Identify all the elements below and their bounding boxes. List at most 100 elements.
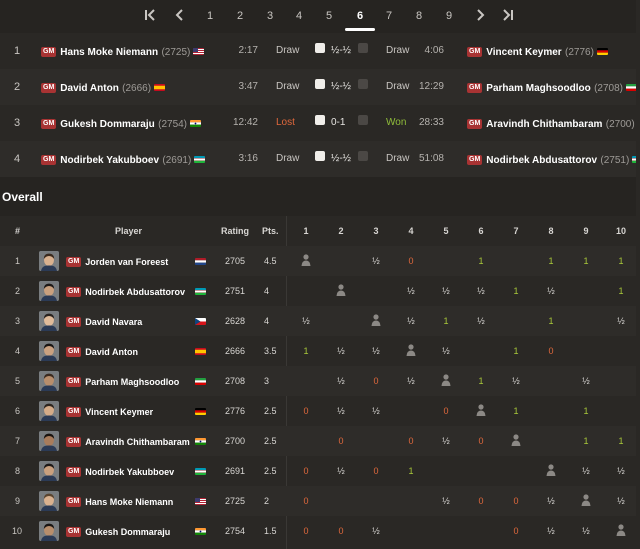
result-cell[interactable]: ½ <box>366 246 386 276</box>
result-cell[interactable]: 1 <box>506 276 526 306</box>
page-8[interactable]: 8 <box>409 0 429 30</box>
result-cell[interactable]: 0 <box>506 516 526 546</box>
black-player[interactable]: GM Aravindh Chithambaram (2700) <box>467 105 640 143</box>
result-cell[interactable]: ½ <box>366 336 386 366</box>
result-cell[interactable]: 1 <box>576 396 596 426</box>
result-cell[interactable]: ½ <box>331 456 351 486</box>
result-cell[interactable]: 0 <box>436 396 456 426</box>
result-cell[interactable]: 0 <box>296 396 316 426</box>
result-cell[interactable]: ½ <box>576 456 596 486</box>
pairing-row[interactable]: 3 GM Gukesh Dommaraju (2754) 12:42 Lost 0-1 Wo… <box>0 105 640 143</box>
result-cell[interactable]: 0 <box>331 426 351 456</box>
result-cell[interactable]: 1 <box>401 456 421 486</box>
result-cell[interactable]: ½ <box>541 276 561 306</box>
result-cell[interactable]: 1 <box>541 306 561 336</box>
result-cell[interactable]: ½ <box>436 426 456 456</box>
result-cell[interactable]: 1 <box>471 366 491 396</box>
result-cell[interactable]: ½ <box>541 516 561 546</box>
result-cell[interactable]: ½ <box>436 486 456 516</box>
result-cell[interactable]: ½ <box>471 276 491 306</box>
standings-row[interactable]: 2 GM Nodirbek Abdusattorov 2751 4 ½ ½ ½ 1 ½ 1 <box>0 276 636 306</box>
result-cell[interactable]: ½ <box>576 516 596 546</box>
result-cell[interactable]: ½ <box>331 336 351 366</box>
player[interactable]: GM Hans Moke Niemann <box>66 486 173 517</box>
standings-row[interactable]: 5 GM Parham Maghsoodloo 2708 3 ½ 0 ½ 1 ½ ½ <box>0 366 636 396</box>
result-cell[interactable]: 0 <box>296 486 316 516</box>
result-cell[interactable]: 0 <box>471 486 491 516</box>
result-cell[interactable]: ½ <box>296 306 316 336</box>
result-cell[interactable]: ½ <box>506 366 526 396</box>
standings-row[interactable]: 6 GM Vincent Keymer 2776 2.5 0 ½ ½ 0 1 1 <box>0 396 636 426</box>
result-cell[interactable]: ½ <box>471 306 491 336</box>
result-cell[interactable]: 0 <box>401 426 421 456</box>
page-7[interactable]: 7 <box>379 0 399 30</box>
player[interactable]: GM Vincent Keymer <box>66 396 153 427</box>
scrollbar[interactable] <box>636 0 640 549</box>
black-player[interactable]: GM Parham Maghsoodloo (2708) <box>467 69 637 107</box>
prev-round-button[interactable] <box>170 0 190 30</box>
pairing-row[interactable]: 4 GM Nodirbek Yakubboev (2691) 3:16 Draw ½-½ D… <box>0 141 640 179</box>
result-cell[interactable]: 0 <box>506 486 526 516</box>
standings-row[interactable]: 10 GM Gukesh Dommaraju 2754 1.5 0 0 ½ 0 ½ ½ <box>0 516 636 546</box>
result-cell[interactable]: 1 <box>576 426 596 456</box>
standings-row[interactable]: 4 GM David Anton 2666 3.5 1 ½ ½ ½ 1 0 <box>0 336 636 366</box>
result-cell[interactable]: 0 <box>541 336 561 366</box>
result-cell[interactable]: 1 <box>611 426 631 456</box>
result-cell[interactable]: ½ <box>541 486 561 516</box>
white-player[interactable]: GM David Anton (2666) <box>41 69 166 107</box>
result-cell[interactable]: 0 <box>296 516 316 546</box>
result-cell[interactable]: 1 <box>296 336 316 366</box>
result-cell[interactable]: ½ <box>401 306 421 336</box>
standings-row[interactable]: 7 GM Aravindh Chithambaram 2700 2.5 0 0 ½ 0 1 1 <box>0 426 636 456</box>
result-cell[interactable]: ½ <box>366 396 386 426</box>
result-cell[interactable]: 1 <box>471 246 491 276</box>
standings-row[interactable]: 9 GM Hans Moke Niemann 2725 2 0 ½ 0 0 ½ ½ <box>0 486 636 516</box>
black-player[interactable]: GM Nodirbek Abdusattorov (2751) <box>467 141 640 179</box>
result-cell[interactable]: 1 <box>506 336 526 366</box>
player[interactable]: GM Aravindh Chithambaram <box>66 426 190 457</box>
player[interactable]: GM Nodirbek Yakubboev <box>66 456 174 487</box>
result-cell[interactable]: 1 <box>576 246 596 276</box>
result-cell[interactable]: 0 <box>366 456 386 486</box>
player[interactable]: GM Jorden van Foreest <box>66 246 168 277</box>
result-cell[interactable]: 1 <box>506 396 526 426</box>
result-cell[interactable]: 0 <box>471 426 491 456</box>
white-player[interactable]: GM Gukesh Dommaraju (2754) <box>41 105 202 143</box>
page-2[interactable]: 2 <box>230 0 250 30</box>
result-cell[interactable]: ½ <box>331 396 351 426</box>
result-cell[interactable]: ½ <box>611 486 631 516</box>
standings-row[interactable]: 3 GM David Navara 2628 4 ½ ½ 1 ½ 1 ½ <box>0 306 636 336</box>
player[interactable]: GM Parham Maghsoodloo <box>66 366 179 397</box>
result-cell[interactable]: ½ <box>611 306 631 336</box>
page-4[interactable]: 4 <box>289 0 309 30</box>
result-cell[interactable]: ½ <box>366 516 386 546</box>
result-cell[interactable]: 1 <box>541 246 561 276</box>
black-player[interactable]: GM Vincent Keymer (2776) <box>467 33 608 71</box>
result-cell[interactable]: 1 <box>611 246 631 276</box>
page-5[interactable]: 5 <box>319 0 339 30</box>
pairing-row[interactable]: 1 GM Hans Moke Niemann (2725) 2:17 Draw ½-½ Dr… <box>0 33 636 69</box>
result-cell[interactable]: ½ <box>331 366 351 396</box>
last-round-button[interactable] <box>498 0 518 30</box>
first-round-button[interactable] <box>140 0 160 30</box>
player[interactable]: GM David Anton <box>66 336 138 367</box>
result-cell[interactable]: 0 <box>366 366 386 396</box>
standings-row[interactable]: 1 GM Jorden van Foreest 2705 4.5 ½ 0 1 1 1 1 <box>0 246 636 276</box>
standings-row[interactable]: 8 GM Nodirbek Yakubboev 2691 2.5 0 ½ 0 1 ½ ½ <box>0 456 636 486</box>
result-cell[interactable]: 1 <box>611 276 631 306</box>
page-6[interactable]: 6 <box>345 0 375 31</box>
result-cell[interactable]: 0 <box>401 246 421 276</box>
result-cell[interactable]: 0 <box>296 456 316 486</box>
player[interactable]: GM Gukesh Dommaraju <box>66 516 170 547</box>
white-player[interactable]: GM Nodirbek Yakubboev (2691) <box>41 141 206 179</box>
result-cell[interactable]: 1 <box>436 306 456 336</box>
white-player[interactable]: GM Hans Moke Niemann (2725) <box>41 33 205 71</box>
result-cell[interactable]: 0 <box>331 516 351 546</box>
result-cell[interactable]: ½ <box>401 276 421 306</box>
player[interactable]: GM David Navara <box>66 306 142 337</box>
next-round-button[interactable] <box>470 0 490 30</box>
result-cell[interactable]: ½ <box>401 366 421 396</box>
result-cell[interactable]: ½ <box>436 276 456 306</box>
page-3[interactable]: 3 <box>260 0 280 30</box>
player[interactable]: GM Nodirbek Abdusattorov <box>66 276 185 307</box>
